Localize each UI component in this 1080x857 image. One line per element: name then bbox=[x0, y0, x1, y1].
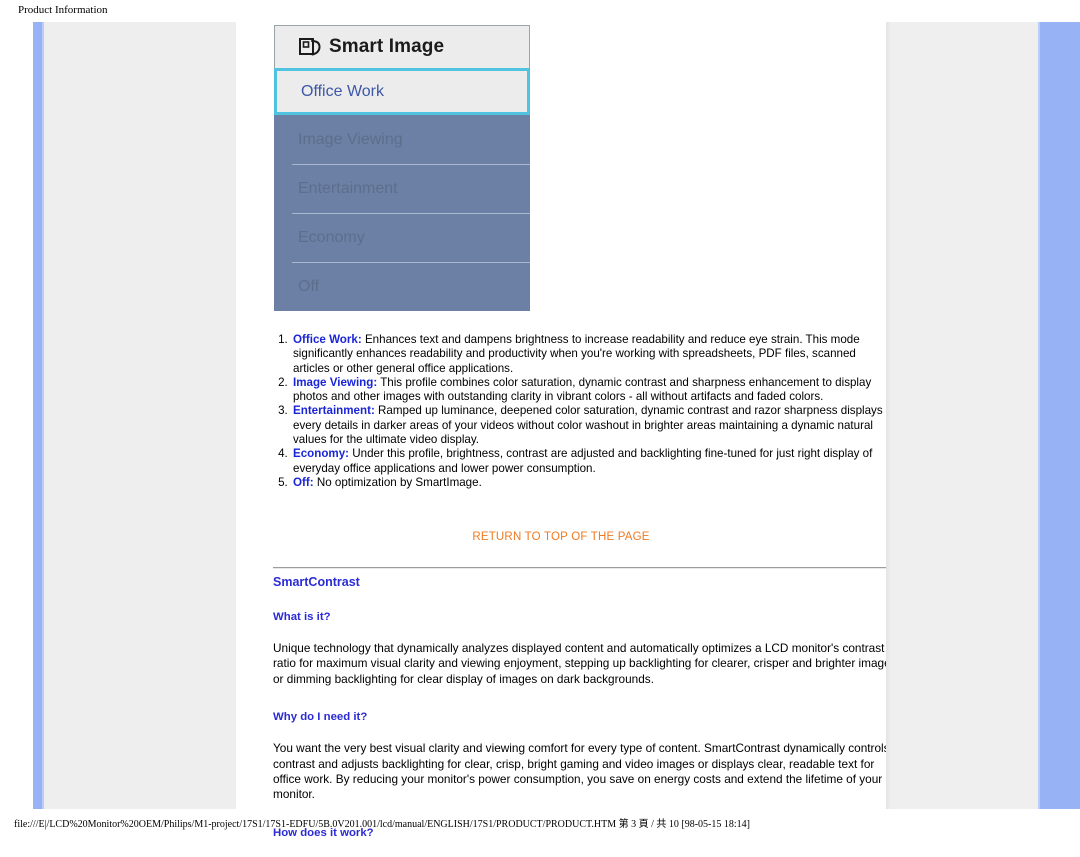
osd-item-label: Off bbox=[298, 277, 320, 295]
feature-term: Entertainment: bbox=[293, 404, 375, 418]
osd-header: Smart Image bbox=[274, 25, 530, 69]
feature-text: No optimization by SmartImage. bbox=[313, 475, 482, 489]
page-frame: Smart Image Office Work Image Viewing En… bbox=[33, 22, 1080, 839]
osd-selected-label: Office Work bbox=[301, 82, 384, 100]
return-to-top-link[interactable]: RETURN TO TOP OF THE PAGE bbox=[472, 531, 649, 543]
osd-selected-row[interactable]: Office Work bbox=[274, 68, 530, 115]
osd-item-off[interactable]: Off bbox=[274, 262, 530, 311]
right-rail-highlight bbox=[1038, 22, 1040, 809]
osd-item-list: Image Viewing Entertainment Economy Off bbox=[274, 115, 530, 311]
feature-list-wrap: Office Work: Enhances text and dampens b… bbox=[263, 333, 883, 490]
smartcontrast-q1: What is it? bbox=[273, 611, 331, 623]
return-to-top-wrap: RETURN TO TOP OF THE PAGE bbox=[236, 527, 886, 545]
osd-item-label: Entertainment bbox=[298, 179, 398, 197]
feature-text: Under this profile, brightness, contrast… bbox=[293, 447, 873, 475]
left-blue-rail bbox=[33, 22, 44, 809]
osd-item-economy[interactable]: Economy bbox=[274, 213, 530, 262]
smartcontrast-heading: SmartContrast bbox=[273, 575, 360, 589]
osd-item-label: Image Viewing bbox=[298, 130, 403, 148]
feature-term: Office Work: bbox=[293, 333, 362, 346]
print-header-title: Product Information bbox=[18, 4, 108, 16]
smartcontrast-a2: You want the very best visual clarity an… bbox=[273, 741, 890, 802]
smartcontrast-a1: Unique technology that dynamically analy… bbox=[273, 641, 897, 686]
feature-list: Office Work: Enhances text and dampens b… bbox=[263, 333, 883, 490]
right-blue-rail bbox=[1038, 22, 1080, 809]
list-item: Economy: Under this profile, brightness,… bbox=[291, 447, 883, 476]
right-gray-column bbox=[891, 22, 1038, 809]
feature-term: Image Viewing: bbox=[293, 375, 378, 389]
list-item: Off: No optimization by SmartImage. bbox=[291, 476, 883, 490]
osd-item-label: Economy bbox=[298, 228, 365, 246]
feature-term: Off: bbox=[293, 475, 314, 489]
smart-image-icon bbox=[299, 37, 321, 57]
print-footer-path: file:///E|/LCD%20Monitor%20OEM/Philips/M… bbox=[14, 819, 750, 830]
osd-title: Smart Image bbox=[329, 36, 445, 57]
osd-item-entertainment[interactable]: Entertainment bbox=[274, 164, 530, 213]
sidebar-column bbox=[44, 22, 236, 809]
list-item: Office Work: Enhances text and dampens b… bbox=[291, 333, 883, 376]
osd-item-image-viewing[interactable]: Image Viewing bbox=[274, 115, 530, 164]
smartcontrast-q2: Why do I need it? bbox=[273, 711, 368, 724]
feature-text: This profile combines color saturation, … bbox=[293, 375, 872, 404]
content-column: Smart Image Office Work Image Viewing En… bbox=[236, 22, 910, 839]
smart-image-osd: Smart Image Office Work Image Viewing En… bbox=[274, 25, 530, 311]
feature-text: Ramped up luminance, deepened color satu… bbox=[293, 404, 883, 447]
list-item: Image Viewing: This profile combines col… bbox=[291, 376, 883, 405]
feature-text: Enhances text and dampens brightness to … bbox=[293, 333, 860, 375]
list-item: Entertainment: Ramped up luminance, deep… bbox=[291, 404, 883, 447]
section-divider bbox=[273, 567, 910, 569]
feature-term: Economy: bbox=[293, 447, 350, 461]
